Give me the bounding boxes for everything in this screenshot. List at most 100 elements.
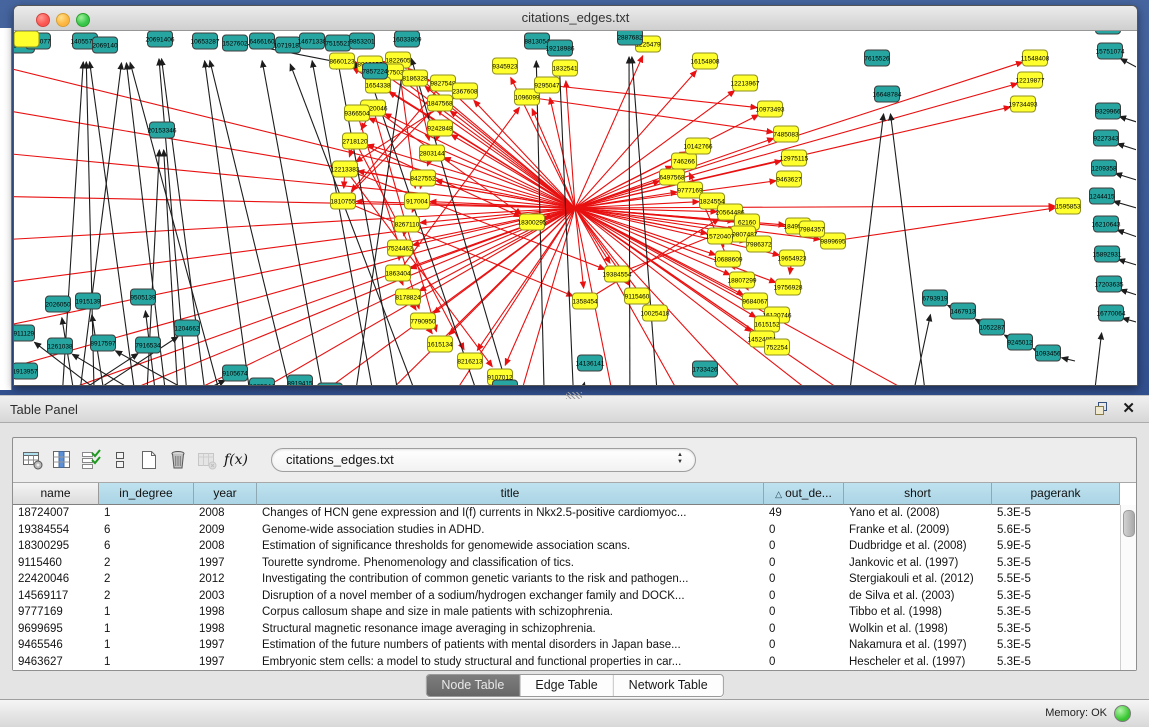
column-chooser-icon[interactable] <box>50 447 74 473</box>
select-columns-icon[interactable] <box>79 447 103 473</box>
graph-node-label: 9242848 <box>427 126 453 133</box>
graph-node-label: 7515521 <box>325 41 351 48</box>
column-header-in_degree[interactable]: in_degree <box>99 483 194 505</box>
graph-node-label: 1527602 <box>222 41 248 48</box>
graph-node-label: 16770064 <box>1097 311 1126 318</box>
table-cell: 5.3E-5 <box>992 555 1120 572</box>
graph-node[interactable] <box>318 383 343 385</box>
column-header-pagerank[interactable]: pagerank <box>992 483 1120 505</box>
table-cell: 9465546 <box>13 637 99 654</box>
graph-node-label: 10142766 <box>684 144 713 151</box>
table-cell: Tibbo et al. (1998) <box>844 604 992 621</box>
network-window-titlebar[interactable]: citations_edges.txt <box>14 6 1137 31</box>
graph-node-label: 8917597 <box>90 341 116 348</box>
graph-node-label: 11548408 <box>1021 56 1050 63</box>
graph-node-label: 9899695 <box>820 239 846 246</box>
column-header-out_de[interactable]: △out_de... <box>764 483 844 505</box>
table-cell: 1997 <box>194 637 257 654</box>
table-row[interactable]: 1938455462009Genome-wide association stu… <box>13 522 1121 539</box>
graph-node[interactable] <box>493 380 518 385</box>
memory-status-indicator[interactable] <box>1114 705 1131 722</box>
tab-network-table[interactable]: Network Table <box>614 675 723 696</box>
graph-node-label: 1052287 <box>979 325 1005 332</box>
graph-node-label: 16154808 <box>691 59 720 66</box>
graph-node-label: 9295047 <box>534 83 560 90</box>
table-row[interactable]: 977716911998Corpus callosum shape and si… <box>13 604 1121 621</box>
table-cell: 2 <box>99 588 194 605</box>
graph-node-label: 2887682 <box>617 35 643 42</box>
network-window[interactable]: citations_edges.txt 86601238912955182260… <box>13 5 1138 386</box>
table-cell: Genome-wide association studies in ADHD. <box>257 522 764 539</box>
graph-node-label: 8660123 <box>329 59 355 66</box>
panel-resize-grip[interactable] <box>566 392 582 399</box>
graph-node-label: 2069140 <box>92 43 118 50</box>
graph-hub-node[interactable] <box>14 31 39 47</box>
tab-edge-table[interactable]: Edge Table <box>520 675 613 696</box>
column-header-year[interactable]: year <box>194 483 257 505</box>
table-row[interactable]: 1456911722003Disruption of a novel membe… <box>13 588 1121 605</box>
table-cell: 2008 <box>194 505 257 522</box>
graph-node-label: 7790950 <box>410 319 436 326</box>
function-builder-icon[interactable]: f(x) <box>224 447 248 473</box>
table-select-dropdown[interactable]: citations_edges.txt ▲▼ <box>271 448 696 472</box>
tab-node-table[interactable]: Node Table <box>426 675 520 696</box>
graph-node-label: 10025418 <box>641 311 670 318</box>
graph-node-label: 8178824 <box>395 295 421 302</box>
table-row[interactable]: 1830029562008Estimation of significance … <box>13 538 1121 555</box>
delete-table-icon[interactable] <box>166 447 190 473</box>
table-row[interactable]: 1872400712008Changes of HCN gene express… <box>13 505 1121 522</box>
graph-node-label: 10688609 <box>714 257 743 264</box>
graph-node-label: 7615526 <box>864 56 890 63</box>
graph-node-label: 15720407 <box>706 234 735 241</box>
table-cell: Embryonic stem cells: a model to study s… <box>257 654 764 671</box>
table-cell: 1997 <box>194 555 257 572</box>
graph-node-label: 1209358 <box>1091 166 1117 173</box>
table-cell: Stergiakouli et al. (2012) <box>844 571 992 588</box>
table-cell: 9777169 <box>13 604 99 621</box>
graph-node-label: 9366504 <box>344 111 370 118</box>
table-cell: 5.6E-5 <box>992 522 1120 539</box>
table-cell: 0 <box>764 604 844 621</box>
table-row[interactable]: 2242004622012Investigating the contribut… <box>13 571 1121 588</box>
graph-node-label: 9105674 <box>222 371 248 378</box>
graph-node-label: 20691406 <box>146 37 175 44</box>
row-height-icon[interactable] <box>108 447 132 473</box>
cytoscape-desktop: citations_edges.txt 86601238912955182260… <box>0 0 1149 395</box>
graph-node-label: 10653287 <box>191 39 220 46</box>
graph-node-label: 19384554 <box>603 272 632 279</box>
column-header-name[interactable]: name <box>13 483 99 505</box>
table-row[interactable]: 946554611997Estimation of the future num… <box>13 637 1121 654</box>
table-row[interactable]: 969969511998Structural magnetic resonanc… <box>13 621 1121 638</box>
table-cell: 2 <box>99 571 194 588</box>
graph-node-label: 1913957 <box>14 369 38 376</box>
graph-node-label: 1261038 <box>47 344 73 351</box>
table-cell: 1998 <box>194 604 257 621</box>
table-cell: Franke et al. (2009) <box>844 522 992 539</box>
vertical-scrollbar[interactable] <box>1120 505 1136 670</box>
table-row[interactable]: 946362711997Embryonic stem cells: a mode… <box>13 654 1121 671</box>
graph-node-label: 1810755 <box>330 199 356 206</box>
window-title: citations_edges.txt <box>14 10 1137 25</box>
table-row[interactable]: 911546021997Tourette syndrome. Phenomeno… <box>13 555 1121 572</box>
create-table-icon[interactable] <box>137 447 161 473</box>
graph-node-label: 9463627 <box>776 177 802 184</box>
graph-node-label: 15892931 <box>1093 252 1122 259</box>
graph-node-label: 8267110 <box>395 222 420 229</box>
column-header-title[interactable]: title <box>257 483 764 505</box>
graph-node-label: 9329966 <box>1095 109 1121 116</box>
graph-node-label: 9505139 <box>130 295 156 302</box>
table-cell: 22420046 <box>13 571 99 588</box>
graph-node[interactable] <box>1096 31 1121 34</box>
graph-node-label: 12975115 <box>780 156 809 163</box>
network-canvas[interactable]: 8660123891295518226051827503818632898275… <box>14 31 1137 385</box>
table-cell: Dudbridge et al. (2008) <box>844 538 992 555</box>
table-cell: Jankovic et al. (1997) <box>844 555 992 572</box>
scrollbar-thumb[interactable] <box>1123 510 1135 537</box>
table-container: f(x) citations_edges.txt ▲▼ namein_degre… <box>12 437 1137 671</box>
close-panel-icon[interactable]: ✕ <box>1122 399 1135 417</box>
float-panel-icon[interactable] <box>1093 401 1109 417</box>
table-options-icon[interactable] <box>21 447 45 473</box>
column-header-short[interactable]: short <box>844 483 992 505</box>
table-select-stepper-icon: ▲▼ <box>677 452 683 466</box>
graph-node-label: 9245012 <box>1007 340 1033 347</box>
